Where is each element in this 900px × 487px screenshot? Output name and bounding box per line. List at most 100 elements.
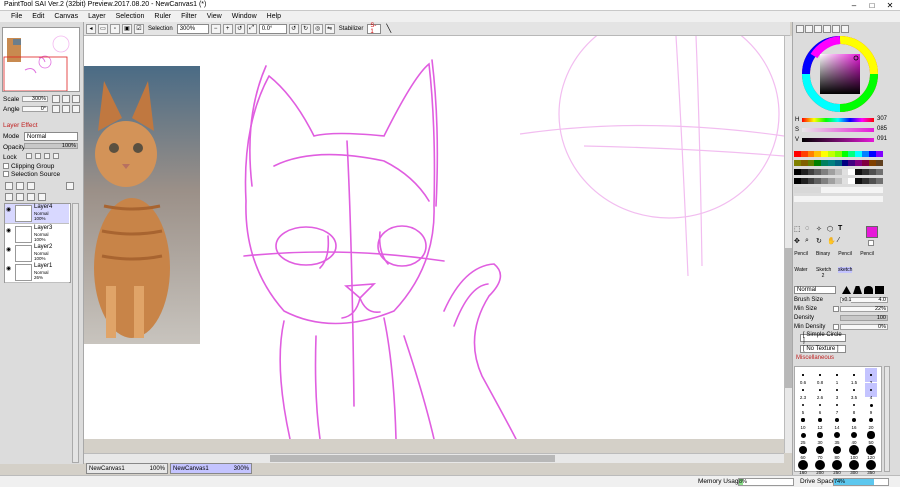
line-tool-icon[interactable]: ╲ — [386, 24, 391, 33]
edge-soft-icon[interactable] — [864, 286, 873, 294]
selection-source-checkbox[interactable] — [3, 171, 9, 177]
miscellaneous-toggle[interactable]: Miscellaneous — [796, 355, 834, 361]
maximize-button[interactable]: □ — [864, 0, 880, 11]
layer-row[interactable]: ◉ Layer3 Normal 100% — [5, 225, 69, 245]
brush-pencil-3[interactable]: Pencil — [860, 251, 874, 257]
brush-size-dot[interactable] — [832, 460, 842, 470]
hand-icon[interactable]: ✋ — [827, 237, 836, 247]
hsv-slider-tab-icon[interactable] — [814, 25, 822, 33]
transparent-color-swatch[interactable] — [868, 240, 874, 246]
rotate-cw-icon[interactable]: ↻ — [300, 23, 311, 34]
rgb-slider-tab-icon[interactable] — [805, 25, 813, 33]
menu-edit[interactable]: Edit — [27, 13, 49, 20]
blend-mode-select[interactable]: Normal — [24, 132, 78, 141]
rotate-reset-icon[interactable]: ◎ — [312, 23, 323, 34]
brush-shape-select[interactable]: [ Simple Circle ] — [800, 332, 846, 344]
layer-row[interactable]: ◉ Layer1 Normal 26% — [5, 263, 69, 283]
lock-paint-icon[interactable] — [35, 153, 41, 159]
menu-canvas[interactable]: Canvas — [49, 13, 83, 20]
brush-size-dot[interactable] — [870, 389, 872, 391]
min-density-checkbox[interactable] — [833, 324, 839, 330]
color-wheel[interactable] — [800, 36, 884, 112]
show-selection-icon[interactable]: ☑ — [134, 23, 144, 34]
scale-slider[interactable]: 300% — [22, 96, 48, 102]
brush-size-dot[interactable] — [867, 431, 875, 439]
delete-layer-icon[interactable] — [38, 193, 46, 201]
menu-selection[interactable]: Selection — [111, 13, 150, 20]
new-folder-icon[interactable] — [27, 182, 35, 190]
edge-hard-icon[interactable] — [842, 286, 851, 294]
zoom-field[interactable]: 300% — [176, 23, 209, 34]
canvas-tab[interactable]: NewCanvas1 300% — [170, 463, 252, 474]
density-slider[interactable]: 100 — [840, 315, 888, 321]
brush-size-dot[interactable] — [818, 403, 822, 407]
menu-arrow-icon[interactable]: ◂ — [86, 23, 96, 34]
swatch-grid[interactable] — [794, 151, 884, 217]
clipping-checkbox[interactable] — [3, 163, 9, 169]
brush-size-scrollbar[interactable] — [884, 366, 890, 472]
menu-help[interactable]: Help — [262, 13, 286, 20]
rotate-ccw-icon[interactable]: ↺ — [288, 23, 299, 34]
new-layer-icon[interactable] — [5, 182, 13, 190]
color-swatch[interactable] — [875, 187, 883, 193]
brush-size-dot[interactable] — [819, 374, 821, 376]
rotate-icon[interactable]: ↻ — [816, 237, 825, 247]
eyedropper-icon[interactable]: ⁄ — [838, 237, 847, 247]
brush-pencil-2[interactable]: Pencil — [838, 251, 852, 257]
brush-size-dot[interactable] — [849, 445, 859, 455]
zoom-icon[interactable]: ⌕ — [805, 237, 814, 247]
scale-zoom-in-icon[interactable] — [62, 95, 70, 103]
new-vector-layer-icon[interactable] — [16, 182, 24, 190]
brush-size-dot[interactable] — [798, 460, 808, 470]
scale-reset-icon[interactable] — [72, 95, 80, 103]
clear-layer-icon[interactable] — [27, 193, 35, 201]
color-swatch[interactable] — [875, 178, 883, 184]
lock-move-icon[interactable] — [44, 153, 50, 159]
brush-blend-select[interactable]: Normal — [794, 286, 836, 294]
color-swatch[interactable] — [875, 160, 883, 166]
eye-icon[interactable]: ◉ — [6, 227, 12, 234]
eye-icon[interactable]: ◉ — [6, 265, 12, 272]
layer-mask-icon[interactable] — [66, 182, 74, 190]
brush-size-dot[interactable] — [818, 418, 822, 422]
brush-size-dot[interactable] — [850, 431, 858, 439]
eye-icon[interactable]: ◉ — [6, 206, 12, 213]
rotate-right-icon[interactable] — [62, 105, 70, 113]
color-wheel-tab-icon[interactable] — [796, 25, 804, 33]
saturation-slider[interactable] — [802, 128, 874, 132]
brush-size-slider[interactable]: x0.1 4.0 — [840, 297, 888, 303]
brush-size-dot[interactable] — [800, 432, 806, 438]
brush-size-dot[interactable] — [819, 389, 821, 391]
brush-size-dot[interactable] — [802, 389, 804, 391]
rotation-field[interactable]: 0.0° — [258, 23, 287, 34]
brush-size-dot[interactable] — [870, 374, 872, 376]
lock-all-icon[interactable] — [53, 153, 59, 159]
menu-filter[interactable]: Filter — [176, 13, 202, 20]
min-size-slider[interactable]: 22% — [840, 306, 888, 312]
color-swatch[interactable] — [875, 169, 883, 175]
eye-icon[interactable]: ◉ — [6, 246, 12, 253]
brush-texture-select[interactable]: [ No Texture ] — [800, 345, 846, 353]
lock-transparency-icon[interactable] — [26, 153, 32, 159]
brush-sketch[interactable]: Sketch 2 — [816, 267, 831, 279]
menu-layer[interactable]: Layer — [83, 13, 111, 20]
hue-slider[interactable] — [802, 118, 874, 122]
vertical-scrollbar[interactable] — [784, 36, 792, 453]
menu-window[interactable]: Window — [227, 13, 262, 20]
minimize-button[interactable]: – — [846, 0, 862, 11]
brush-size-dot[interactable] — [815, 445, 825, 455]
opacity-slider[interactable]: 100% — [24, 143, 78, 149]
drawing-canvas[interactable] — [84, 36, 784, 439]
horizontal-scroll-thumb[interactable] — [270, 455, 555, 462]
brush-size-dot[interactable] — [853, 389, 855, 391]
brush-size-dot[interactable] — [866, 445, 876, 455]
transfer-down-icon[interactable] — [5, 193, 13, 201]
brush-size-dot[interactable] — [815, 460, 825, 470]
color-swatch[interactable] — [875, 196, 883, 202]
merge-down-icon[interactable] — [16, 193, 24, 201]
primary-color-swatch[interactable] — [866, 226, 878, 238]
close-button[interactable]: ✕ — [882, 0, 898, 11]
layer-scrollbar[interactable] — [72, 203, 79, 463]
brush-size-dot[interactable] — [852, 403, 856, 407]
edge-flat-icon[interactable] — [875, 286, 884, 294]
